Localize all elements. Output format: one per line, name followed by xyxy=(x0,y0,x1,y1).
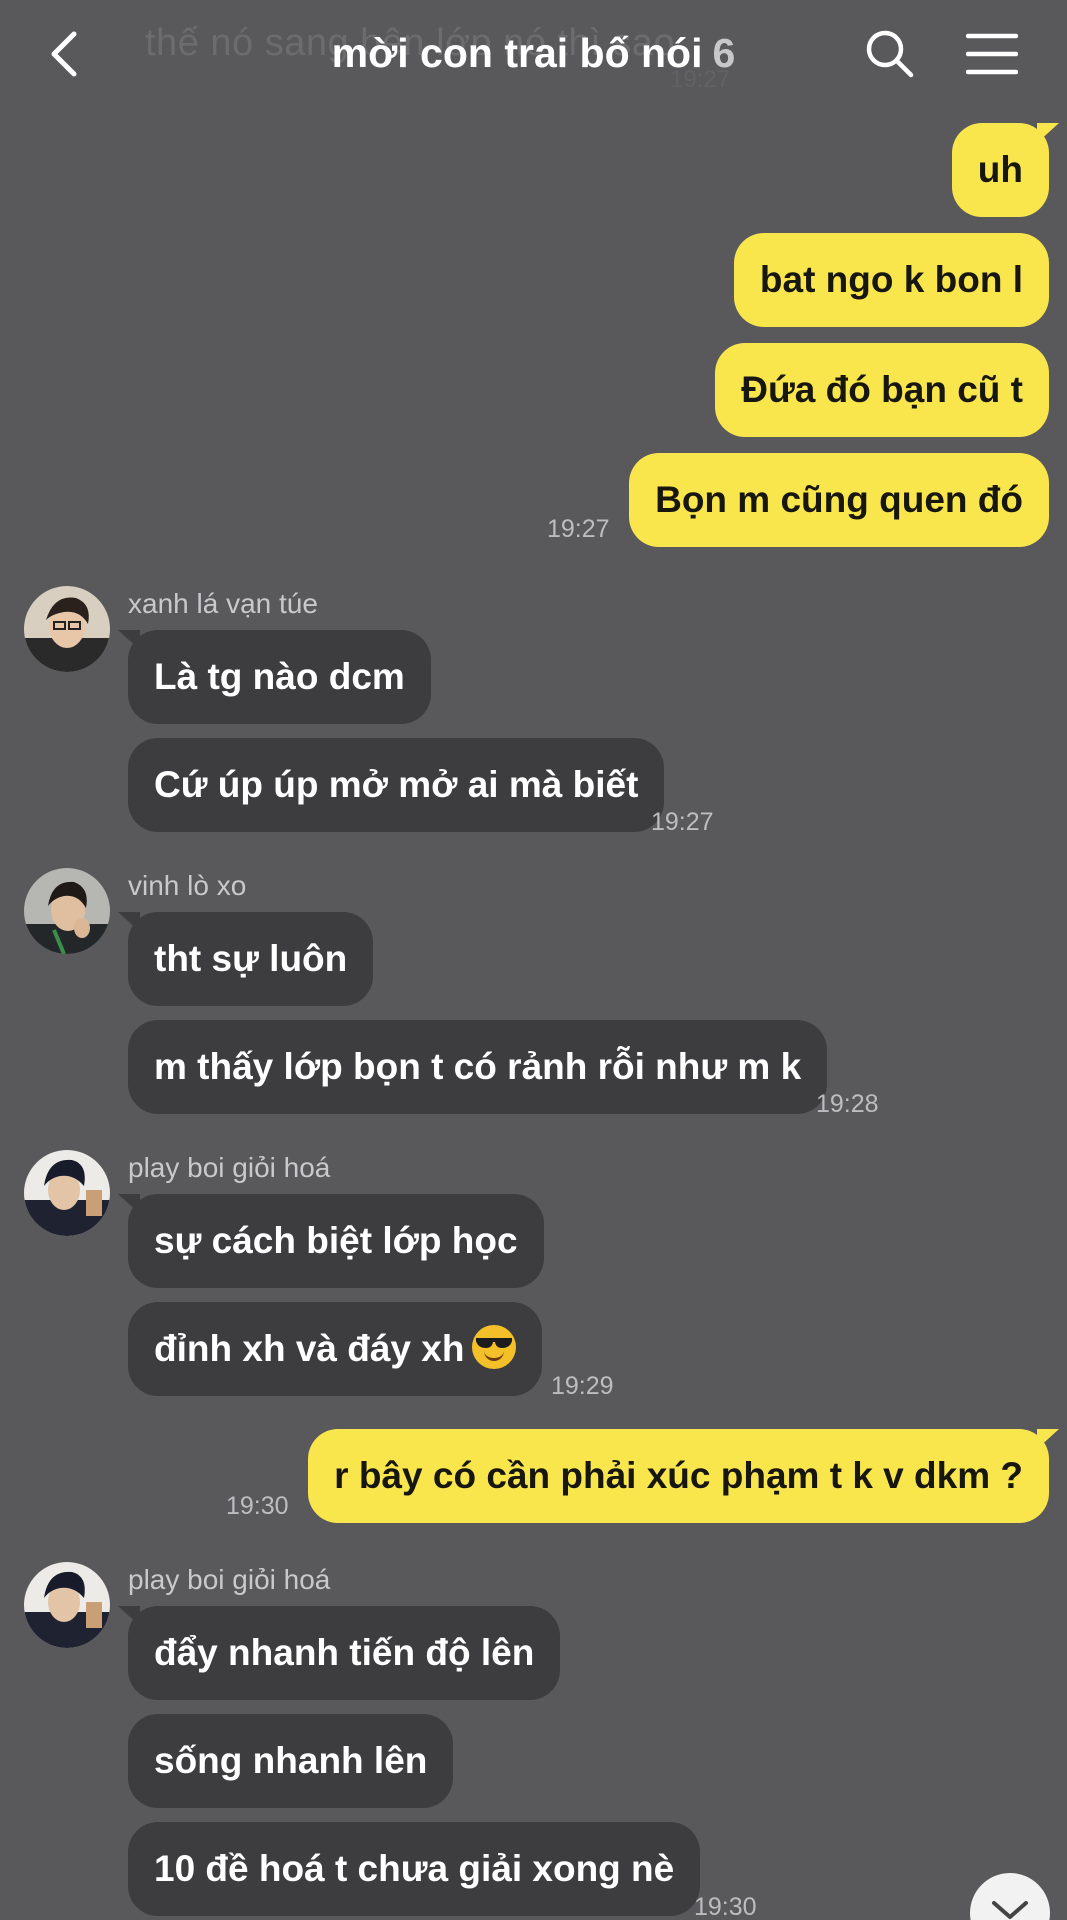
their-message[interactable]: Cứ úp úp mở mở ai mà biết xyxy=(128,738,665,832)
my-message[interactable]: r bây có cần phải xúc phạm t k v dkm ? xyxy=(308,1429,1059,1523)
sender-name: xanh lá vạn túe xyxy=(128,588,318,619)
avatar[interactable] xyxy=(24,1150,110,1236)
their-message[interactable]: sự cách biệt lớp học xyxy=(118,1194,544,1288)
their-message[interactable]: Là tg nào dcm xyxy=(118,630,431,724)
member-count: 6 xyxy=(712,30,736,76)
sender-name: play boi giỏi hoá xyxy=(128,1152,331,1183)
profile-photo-icon xyxy=(24,868,110,954)
their-message[interactable]: sống nhanh lên xyxy=(128,1714,454,1808)
message-timestamp: 19:30 xyxy=(694,1893,757,1920)
chat-screen: thế nó sang bên lớp nó thì sao 19:27 mời… xyxy=(0,0,1067,1920)
search-button[interactable] xyxy=(864,28,916,80)
message-timestamp: 19:29 xyxy=(551,1372,614,1400)
profile-photo-icon xyxy=(24,586,110,672)
their-message[interactable]: m thấy lớp bọn t có rảnh rỗi như m k xyxy=(128,1020,828,1114)
their-message[interactable]: tht sự luôn xyxy=(117,912,374,1006)
hamburger-menu-icon xyxy=(965,33,1019,75)
group-name: mời con trai bố nói xyxy=(331,30,703,76)
scroll-to-bottom-button[interactable] xyxy=(970,1873,1050,1920)
profile-photo-icon xyxy=(24,1562,110,1648)
message-timestamp: 19:28 xyxy=(816,1090,879,1118)
profile-photo-icon xyxy=(24,1150,110,1236)
my-message[interactable]: uh xyxy=(951,123,1060,217)
my-message[interactable]: Đứa đó bạn cũ t xyxy=(715,343,1049,437)
avatar[interactable] xyxy=(24,586,110,672)
message-timestamp: 19:27 xyxy=(547,515,610,543)
sunglasses-emoji-icon xyxy=(472,1325,517,1370)
my-message[interactable]: bat ngo k bon l xyxy=(733,233,1049,327)
my-message[interactable]: Bọn m cũng quen đó xyxy=(629,453,1049,547)
search-icon xyxy=(866,30,914,78)
chevron-down-icon xyxy=(992,1901,1028,1919)
sender-name: vinh lò xo xyxy=(128,870,247,901)
message-timestamp: 19:30 xyxy=(226,1492,289,1520)
menu-button[interactable] xyxy=(965,32,1019,76)
chat-header: thế nó sang bên lớp nó thì sao 19:27 mời… xyxy=(0,0,1067,110)
message-timestamp: 19:27 xyxy=(651,808,714,836)
avatar[interactable] xyxy=(24,868,110,954)
their-message[interactable]: 10 đề hoá t chưa giải xong nè xyxy=(128,1822,701,1916)
their-message[interactable]: đỉnh xh và đáy xh xyxy=(128,1302,543,1396)
avatar[interactable] xyxy=(24,1562,110,1648)
their-message[interactable]: đẩy nhanh tiến độ lên xyxy=(117,1606,561,1700)
sender-name: play boi giỏi hoá xyxy=(128,1564,331,1595)
message-text: đỉnh xh và đáy xh xyxy=(154,1328,465,1369)
